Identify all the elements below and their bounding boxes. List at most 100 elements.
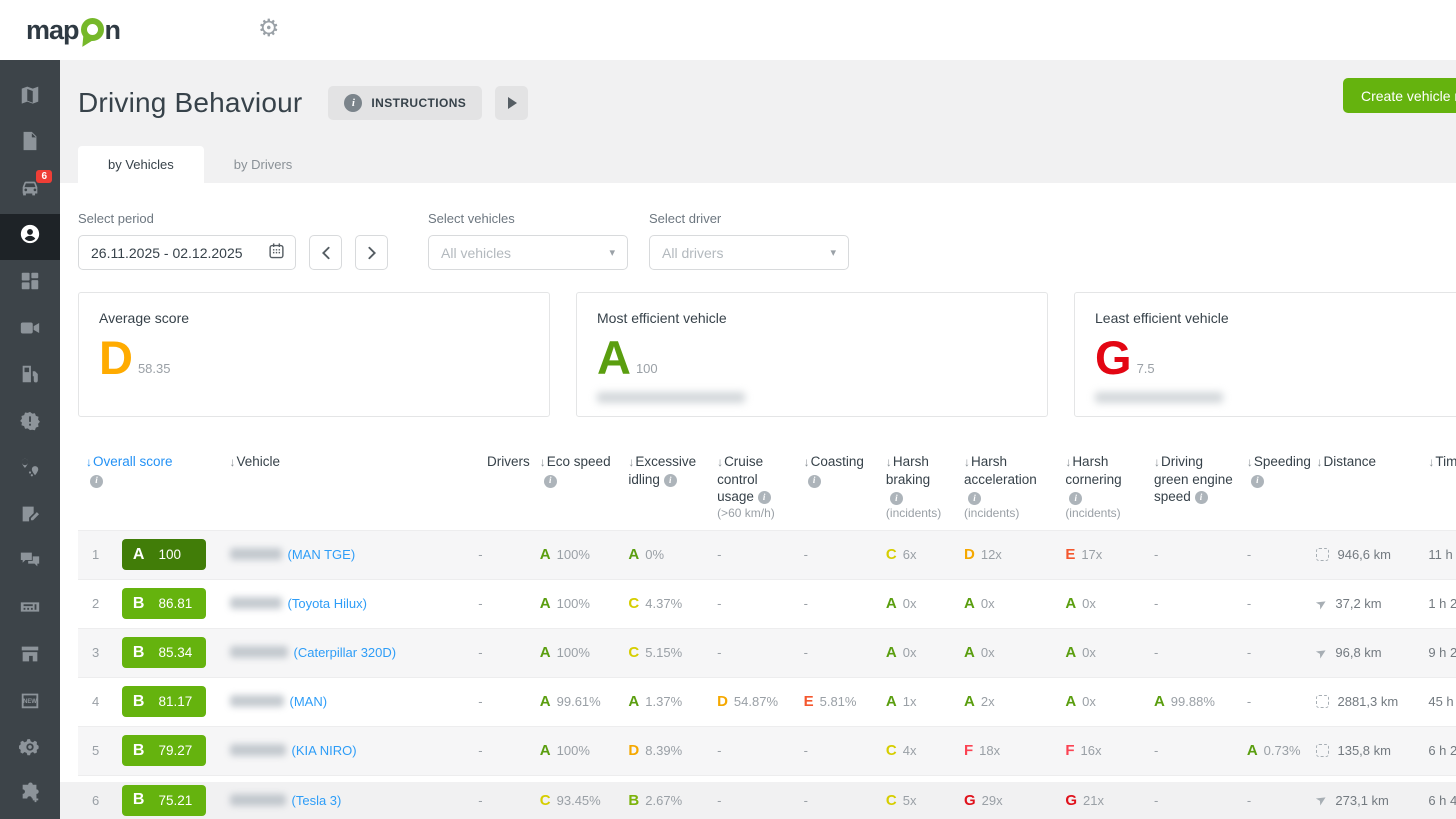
vehicle-link[interactable]: (Toyota Hilux) <box>288 596 367 611</box>
vehicle-link[interactable]: (Caterpillar 320D) <box>294 645 397 660</box>
chevron-left-icon <box>321 246 331 260</box>
column-header-harsh-acceleration[interactable]: ↓Harsh accelerationi(incidents) <box>956 443 1057 530</box>
column-header-cruise-control-usage[interactable]: ↓Cruise control usage i(>60 km/h) <box>709 443 796 530</box>
vehicle-link[interactable]: (KIA NIRO) <box>292 743 357 758</box>
green-speed-cell: - <box>1146 628 1239 677</box>
info-icon[interactable]: i <box>1069 492 1082 505</box>
score-badge[interactable]: B79.27 <box>122 735 206 766</box>
row-number: 5 <box>78 726 114 775</box>
column-header-harsh-braking[interactable]: ↓Harsh brakingi(incidents) <box>878 443 956 530</box>
info-icon[interactable]: i <box>808 475 821 488</box>
card-title: Most efficient vehicle <box>597 310 1027 326</box>
sidebar-item-document[interactable] <box>0 121 60 168</box>
speeding-cell: - <box>1239 579 1309 628</box>
vehicles-select[interactable]: All vehicles ▾ <box>428 235 628 270</box>
sidebar-item-marketplace[interactable] <box>0 633 60 680</box>
sidebar-item-route[interactable] <box>0 447 60 494</box>
tab-by-drivers[interactable]: by Drivers <box>204 146 323 183</box>
coasting-cell: - <box>796 775 878 819</box>
info-icon[interactable]: i <box>1195 491 1208 504</box>
main-content: Driving Behaviour i INSTRUCTIONS Create … <box>60 60 1456 819</box>
sidebar-item-alert-seal[interactable] <box>0 400 60 447</box>
acceleration-cell: F18x <box>956 726 1057 775</box>
score-badge[interactable]: A100 <box>122 539 206 570</box>
vehicle-link[interactable]: (MAN TGE) <box>288 547 356 562</box>
column-subtext: (incidents) <box>886 506 952 522</box>
cruise-cell: D54.87% <box>709 677 796 726</box>
cruise-cell: - <box>709 530 796 579</box>
column-header-harsh-cornering[interactable]: ↓Harsh corneringi(incidents) <box>1057 443 1146 530</box>
sidebar-item-addons[interactable] <box>0 772 60 819</box>
column-header-vehicle[interactable]: ↓Vehicle <box>222 443 465 530</box>
column-subtext: (>60 km/h) <box>717 506 792 522</box>
cruise-cell: - <box>709 628 796 677</box>
sidebar-item-chat[interactable] <box>0 540 60 587</box>
column-header-speeding[interactable]: ↓Speedingi <box>1239 443 1309 530</box>
notification-badge: 6 <box>36 170 52 183</box>
play-video-button[interactable] <box>495 86 528 120</box>
eco-speed-cell: A100% <box>532 530 621 579</box>
distance-cell: 946,6 km <box>1308 530 1420 579</box>
sidebar-item-dashboard[interactable] <box>0 260 60 307</box>
score-badge[interactable]: B86.81 <box>122 588 206 619</box>
info-icon[interactable]: i <box>890 492 903 505</box>
eco-speed-cell: A99.61% <box>532 677 621 726</box>
drivers-cell: - <box>464 628 532 677</box>
cornering-cell: F16x <box>1057 726 1146 775</box>
column-header-time[interactable]: ↓Time <box>1420 443 1456 530</box>
score-badge[interactable]: B85.34 <box>122 637 206 668</box>
period-input[interactable]: 26.11.2025 - 02.12.2025 <box>78 235 296 270</box>
table-row: 2B86.81(Toyota Hilux)-A100%C4.37%--A0xA0… <box>78 579 1456 628</box>
vehicle-link[interactable]: (Tesla 3) <box>292 793 342 808</box>
sidebar-item-fuel[interactable] <box>0 353 60 400</box>
info-icon[interactable]: i <box>544 475 557 488</box>
sidebar-item-tasks[interactable] <box>0 493 60 540</box>
sidebar-item-camera[interactable] <box>0 307 60 354</box>
table-row: 5B79.27(KIA NIRO)-A100%D8.39%--C4xF18xF1… <box>78 726 1456 775</box>
acceleration-cell: A0x <box>956 579 1057 628</box>
column-header-excessive-idling[interactable]: ↓Excessive idling i <box>620 443 709 530</box>
sidebar-item-map[interactable] <box>0 74 60 121</box>
idling-cell: A0% <box>620 530 709 579</box>
calendar-new-icon: NEW <box>19 689 41 716</box>
card-score: 58.35 <box>138 361 171 376</box>
sidebar-item-calendar-new[interactable]: NEW <box>0 679 60 726</box>
column-header-overall-score[interactable]: ↓Overall scorei <box>78 443 222 530</box>
info-icon[interactable]: i <box>758 491 771 504</box>
calendar-icon[interactable] <box>268 242 285 264</box>
drivers-cell: - <box>464 775 532 819</box>
route-icon <box>19 456 41 483</box>
sidebar-item-settings[interactable] <box>0 726 60 773</box>
sort-arrow-icon: ↓ <box>1428 455 1434 469</box>
blurred-vehicle-name <box>597 392 745 403</box>
column-header-coasting[interactable]: ↓Coastingi <box>796 443 878 530</box>
idling-cell: C4.37% <box>620 579 709 628</box>
mapon-logo[interactable]: mapn <box>26 15 120 46</box>
vehicle-link[interactable]: (MAN) <box>290 694 328 709</box>
create-vehicle-report-button[interactable]: Create vehicle report <box>1343 78 1456 113</box>
info-icon[interactable]: i <box>664 474 677 487</box>
info-icon[interactable]: i <box>1251 475 1264 488</box>
column-header-eco-speed[interactable]: ↓Eco speedi <box>532 443 621 530</box>
column-header-driving-green-engine-speed[interactable]: ↓Driving green engine speed i <box>1146 443 1239 530</box>
instructions-button[interactable]: i INSTRUCTIONS <box>328 86 482 120</box>
column-header-distance[interactable]: ↓Distance <box>1308 443 1420 530</box>
score-badge[interactable]: B81.17 <box>122 686 206 717</box>
sidebar-item-account[interactable] <box>0 214 60 261</box>
drivers-cell: - <box>464 677 532 726</box>
summary-card-2: Most efficient vehicleA100 <box>576 292 1048 417</box>
row-number: 2 <box>78 579 114 628</box>
next-period-button[interactable] <box>355 235 388 270</box>
previous-period-button[interactable] <box>309 235 342 270</box>
card-score: 7.5 <box>1137 361 1155 376</box>
tab-by-vehicles[interactable]: by Vehicles <box>78 146 204 183</box>
sidebar-item-terminal[interactable] <box>0 586 60 633</box>
info-icon[interactable]: i <box>968 492 981 505</box>
time-cell: 6 h 40 m <box>1420 775 1456 819</box>
sidebar-item-fleet[interactable]: 6 <box>0 167 60 214</box>
score-badge[interactable]: B75.21 <box>122 785 206 816</box>
info-icon[interactable]: i <box>90 475 103 488</box>
settings-gear-icon[interactable]: ⚙ <box>258 14 280 43</box>
driver-select[interactable]: All drivers ▾ <box>649 235 849 270</box>
time-cell: 11 h 2 m <box>1420 530 1456 579</box>
